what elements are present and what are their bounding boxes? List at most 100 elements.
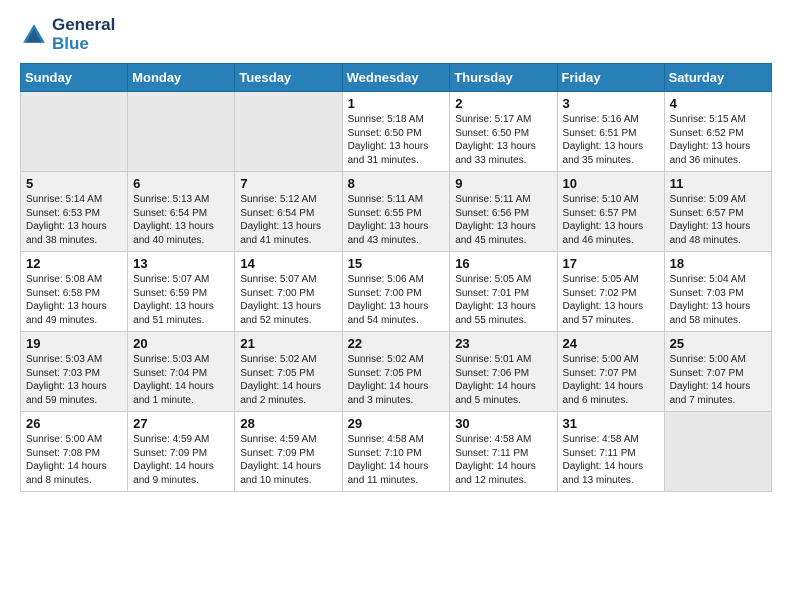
day-number: 29 [348,416,445,431]
calendar-cell: 8 Sunrise: 5:11 AM Sunset: 6:55 PM Daylig… [342,172,450,252]
day-number: 3 [563,96,659,111]
calendar-cell: 5 Sunrise: 5:14 AM Sunset: 6:53 PM Daylig… [21,172,128,252]
day-info: Sunrise: 5:15 AM Sunset: 6:52 PM Dayligh… [670,113,766,167]
calendar-cell: 14 Sunrise: 5:07 AM Sunset: 7:00 PM Dayli… [235,252,342,332]
day-info: Sunrise: 5:14 AM Sunset: 6:53 PM Dayligh… [26,193,122,247]
calendar-cell: 29 Sunrise: 4:58 AM Sunset: 7:10 PM Dayli… [342,412,450,492]
day-info: Sunrise: 5:13 AM Sunset: 6:54 PM Dayligh… [133,193,229,247]
col-header-tuesday: Tuesday [235,64,342,92]
day-info: Sunrise: 5:01 AM Sunset: 7:06 PM Dayligh… [455,353,551,407]
day-number: 13 [133,256,229,271]
day-info: Sunrise: 4:58 AM Sunset: 7:11 PM Dayligh… [563,433,659,487]
day-info: Sunrise: 4:59 AM Sunset: 7:09 PM Dayligh… [133,433,229,487]
day-info: Sunrise: 4:58 AM Sunset: 7:10 PM Dayligh… [348,433,445,487]
calendar-week-row: 1 Sunrise: 5:18 AM Sunset: 6:50 PM Daylig… [21,92,772,172]
calendar-cell: 18Sunrise: 5:04 AM Sunset: 7:03 PM Dayli… [664,252,771,332]
day-number: 17 [563,256,659,271]
day-number: 6 [133,176,229,191]
calendar-cell: 15 Sunrise: 5:06 AM Sunset: 7:00 PM Dayli… [342,252,450,332]
calendar-cell: 22Sunrise: 5:02 AM Sunset: 7:05 PM Dayli… [342,332,450,412]
day-info: Sunrise: 5:17 AM Sunset: 6:50 PM Dayligh… [455,113,551,167]
day-info: Sunrise: 4:58 AM Sunset: 7:11 PM Dayligh… [455,433,551,487]
day-number: 5 [26,176,122,191]
col-header-monday: Monday [128,64,235,92]
calendar-cell: 4 Sunrise: 5:15 AM Sunset: 6:52 PM Daylig… [664,92,771,172]
calendar-cell: 31 Sunrise: 4:58 AM Sunset: 7:11 PM Dayli… [557,412,664,492]
day-number: 7 [240,176,336,191]
logo-icon [20,21,48,49]
calendar-cell: 12Sunrise: 5:08 AM Sunset: 6:58 PM Dayli… [21,252,128,332]
col-header-sunday: Sunday [21,64,128,92]
calendar-week-row: 26 Sunrise: 5:00 AM Sunset: 7:08 PM Dayli… [21,412,772,492]
calendar-cell: 30 Sunrise: 4:58 AM Sunset: 7:11 PM Dayli… [450,412,557,492]
day-info: Sunrise: 5:03 AM Sunset: 7:04 PM Dayligh… [133,353,229,407]
day-info: Sunrise: 5:05 AM Sunset: 7:02 PM Dayligh… [563,273,659,327]
day-info: Sunrise: 5:11 AM Sunset: 6:55 PM Dayligh… [348,193,445,247]
col-header-thursday: Thursday [450,64,557,92]
day-info: Sunrise: 5:18 AM Sunset: 6:50 PM Dayligh… [348,113,445,167]
calendar-cell: 6 Sunrise: 5:13 AM Sunset: 6:54 PM Daylig… [128,172,235,252]
calendar-week-row: 19 Sunrise: 5:03 AM Sunset: 7:03 PM Dayli… [21,332,772,412]
day-info: Sunrise: 5:07 AM Sunset: 7:00 PM Dayligh… [240,273,336,327]
logo-text: General Blue [52,16,115,53]
day-number: 20 [133,336,229,351]
calendar-cell [664,412,771,492]
calendar-cell: 28Sunrise: 4:59 AM Sunset: 7:09 PM Dayli… [235,412,342,492]
calendar-cell: 24 Sunrise: 5:00 AM Sunset: 7:07 PM Dayli… [557,332,664,412]
calendar-cell [235,92,342,172]
day-number: 23 [455,336,551,351]
calendar-cell: 23 Sunrise: 5:01 AM Sunset: 7:06 PM Dayli… [450,332,557,412]
day-info: Sunrise: 5:08 AM Sunset: 6:58 PM Dayligh… [26,273,122,327]
day-info: Sunrise: 5:07 AM Sunset: 6:59 PM Dayligh… [133,273,229,327]
calendar-cell: 10 Sunrise: 5:10 AM Sunset: 6:57 PM Dayli… [557,172,664,252]
day-number: 27 [133,416,229,431]
calendar-cell: 25 Sunrise: 5:00 AM Sunset: 7:07 PM Dayli… [664,332,771,412]
calendar-cell: 11 Sunrise: 5:09 AM Sunset: 6:57 PM Dayli… [664,172,771,252]
day-number: 21 [240,336,336,351]
day-info: Sunrise: 5:11 AM Sunset: 6:56 PM Dayligh… [455,193,551,247]
day-number: 24 [563,336,659,351]
day-number: 11 [670,176,766,191]
calendar-cell: 16Sunrise: 5:05 AM Sunset: 7:01 PM Dayli… [450,252,557,332]
calendar-cell [21,92,128,172]
calendar-cell: 2Sunrise: 5:17 AM Sunset: 6:50 PM Daylig… [450,92,557,172]
day-info: Sunrise: 4:59 AM Sunset: 7:09 PM Dayligh… [240,433,336,487]
calendar-cell [128,92,235,172]
day-info: Sunrise: 5:12 AM Sunset: 6:54 PM Dayligh… [240,193,336,247]
calendar-cell: 27 Sunrise: 4:59 AM Sunset: 7:09 PM Dayli… [128,412,235,492]
day-info: Sunrise: 5:02 AM Sunset: 7:05 PM Dayligh… [240,353,336,407]
page-container: General Blue SundayMondayTuesdayWednesda… [0,0,792,508]
day-number: 31 [563,416,659,431]
col-header-saturday: Saturday [664,64,771,92]
day-number: 1 [348,96,445,111]
day-info: Sunrise: 5:00 AM Sunset: 7:07 PM Dayligh… [670,353,766,407]
day-number: 30 [455,416,551,431]
day-info: Sunrise: 5:09 AM Sunset: 6:57 PM Dayligh… [670,193,766,247]
day-number: 14 [240,256,336,271]
calendar-header-row: SundayMondayTuesdayWednesdayThursdayFrid… [21,64,772,92]
day-info: Sunrise: 5:03 AM Sunset: 7:03 PM Dayligh… [26,353,122,407]
day-info: Sunrise: 5:06 AM Sunset: 7:00 PM Dayligh… [348,273,445,327]
logo: General Blue [20,16,115,53]
day-info: Sunrise: 5:00 AM Sunset: 7:08 PM Dayligh… [26,433,122,487]
day-number: 26 [26,416,122,431]
day-info: Sunrise: 5:10 AM Sunset: 6:57 PM Dayligh… [563,193,659,247]
day-number: 4 [670,96,766,111]
col-header-wednesday: Wednesday [342,64,450,92]
day-number: 15 [348,256,445,271]
calendar-cell: 3 Sunrise: 5:16 AM Sunset: 6:51 PM Daylig… [557,92,664,172]
day-info: Sunrise: 5:05 AM Sunset: 7:01 PM Dayligh… [455,273,551,327]
day-number: 18 [670,256,766,271]
calendar-table: SundayMondayTuesdayWednesdayThursdayFrid… [20,63,772,492]
day-info: Sunrise: 5:02 AM Sunset: 7:05 PM Dayligh… [348,353,445,407]
day-number: 8 [348,176,445,191]
header: General Blue [20,16,772,53]
calendar-cell: 19 Sunrise: 5:03 AM Sunset: 7:03 PM Dayli… [21,332,128,412]
day-info: Sunrise: 5:00 AM Sunset: 7:07 PM Dayligh… [563,353,659,407]
calendar-week-row: 5 Sunrise: 5:14 AM Sunset: 6:53 PM Daylig… [21,172,772,252]
day-number: 10 [563,176,659,191]
day-info: Sunrise: 5:16 AM Sunset: 6:51 PM Dayligh… [563,113,659,167]
day-number: 19 [26,336,122,351]
day-number: 25 [670,336,766,351]
calendar-cell: 9Sunrise: 5:11 AM Sunset: 6:56 PM Daylig… [450,172,557,252]
